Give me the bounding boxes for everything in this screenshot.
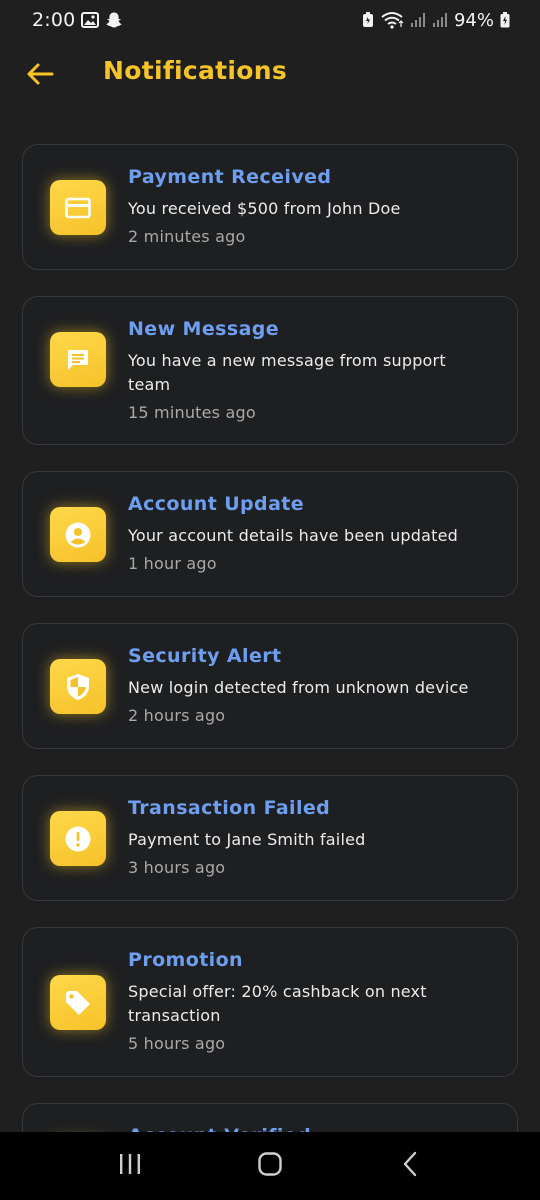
wifi-icon xyxy=(380,11,404,29)
status-bar: 2:00 94% xyxy=(0,0,540,40)
notification-title: Transaction Failed xyxy=(128,797,331,819)
notification-time: 3 hours ago xyxy=(128,858,226,877)
system-nav-bar xyxy=(0,1132,540,1200)
notification-message: You have a new message from support team xyxy=(128,351,446,394)
battery-percent: 94% xyxy=(453,9,494,31)
notification-title: New Message xyxy=(128,318,280,340)
recents-icon xyxy=(118,1153,142,1179)
notification-message: New login detected from unknown device xyxy=(128,678,469,697)
snapchat-icon xyxy=(105,11,123,29)
gallery-icon xyxy=(81,12,100,28)
status-time: 2:00 xyxy=(32,9,76,31)
notification-title: Account Update xyxy=(128,493,305,515)
home-button[interactable] xyxy=(240,1136,300,1196)
notification-card-account-update[interactable]: Account Update Your account details have… xyxy=(22,471,518,597)
notification-title: Security Alert xyxy=(128,645,282,667)
notification-card-transaction-failed[interactable]: Transaction Failed Payment to Jane Smith… xyxy=(22,775,518,901)
app-header: Notifications xyxy=(0,44,540,104)
notification-message: You received $500 from John Doe xyxy=(128,199,401,218)
page-title: Notifications xyxy=(103,56,288,85)
screen: 2:00 94% Notifications Payment Received … xyxy=(0,0,540,1200)
account-circle-icon xyxy=(50,507,106,562)
signal-icon-1 xyxy=(410,12,426,28)
alert-icon xyxy=(50,811,106,866)
back-nav-button[interactable] xyxy=(380,1136,440,1196)
notification-card-security-alert[interactable]: Security Alert New login detected from u… xyxy=(22,623,518,749)
notification-time: 2 hours ago xyxy=(128,706,226,725)
home-icon xyxy=(257,1151,283,1181)
signal-icon-2 xyxy=(432,12,448,28)
notification-message: Your account details have been updated xyxy=(128,526,459,545)
notification-time: 2 minutes ago xyxy=(128,227,246,246)
battery-saver-icon xyxy=(362,12,374,28)
notification-list: Payment Received You received $500 from … xyxy=(22,144,518,1200)
message-icon xyxy=(50,332,106,387)
notification-message: Special offer: 20% cashback on next tran… xyxy=(128,982,427,1025)
back-button[interactable] xyxy=(24,60,56,92)
notification-card-new-message[interactable]: New Message You have a new message from … xyxy=(22,296,518,445)
notification-title: Payment Received xyxy=(128,166,332,188)
notification-message: Payment to Jane Smith failed xyxy=(128,830,366,849)
status-left: 2:00 xyxy=(32,9,123,31)
battery-icon xyxy=(500,12,510,28)
arrow-left-icon xyxy=(26,62,54,90)
card-icon xyxy=(50,180,106,235)
chevron-left-icon xyxy=(401,1151,419,1181)
tag-icon xyxy=(50,975,106,1030)
status-right: 94% xyxy=(362,10,510,31)
shield-icon xyxy=(50,659,106,714)
notification-time: 5 hours ago xyxy=(128,1034,226,1053)
recent-apps-button[interactable] xyxy=(100,1136,160,1196)
notification-time: 1 hour ago xyxy=(128,554,217,573)
notification-title: Promotion xyxy=(128,949,243,971)
notification-card-payment-received[interactable]: Payment Received You received $500 from … xyxy=(22,144,518,270)
notification-time: 15 minutes ago xyxy=(128,403,256,422)
notification-card-promotion[interactable]: Promotion Special offer: 20% cashback on… xyxy=(22,927,518,1077)
